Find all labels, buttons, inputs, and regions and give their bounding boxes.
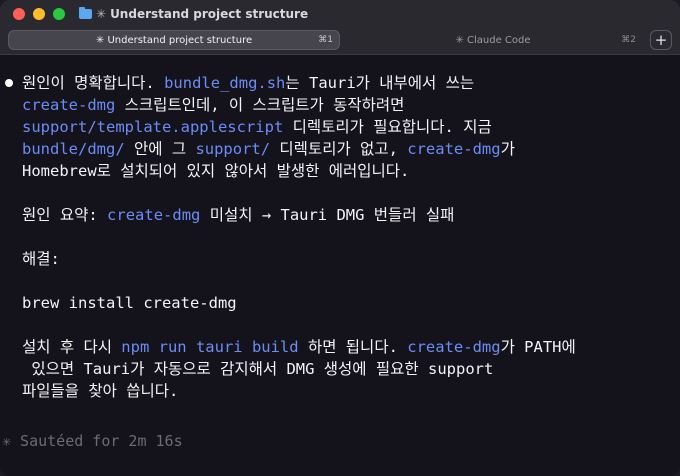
text: 안에 그: [124, 140, 196, 158]
window-title: ✳ Understand project structure: [79, 7, 308, 21]
code-span: create-dmg: [407, 338, 501, 356]
folder-icon: [79, 7, 92, 19]
code-span: bundle_dmg.sh: [164, 74, 286, 92]
title-bar: ✳ Understand project structure: [0, 0, 680, 28]
text: 하면 됩니다.: [298, 338, 408, 356]
tab-label: ✳ Claude Code: [455, 34, 531, 46]
code-span: npm run tauri build: [121, 338, 299, 356]
command-line: brew install create-dmg: [22, 294, 237, 312]
message-line: support/template.applescript 디렉토리가 필요합니다…: [22, 116, 672, 138]
code-span: support/template.applescript: [22, 118, 284, 136]
close-window-button[interactable]: [13, 8, 25, 20]
tab-shortcut: ⌘1: [318, 35, 333, 45]
message-line: bundle/dmg/ 안에 그 support/ 디렉토리가 없고, crea…: [22, 138, 672, 160]
message-line: 파일들을 찾아 씁니다.: [22, 382, 179, 400]
code-span: bundle/dmg/: [22, 140, 125, 158]
text: 가 PATH에: [500, 338, 576, 356]
text: 디렉토리가 필요합니다. 지금: [283, 118, 492, 136]
code-span: create-dmg: [22, 96, 116, 114]
assistant-message: 원인이 명확합니다. bundle_dmg.sh는 Tauri가 내부에서 쓰는…: [5, 72, 672, 402]
code-span: support/: [195, 140, 271, 158]
tab-claude-code[interactable]: ✳ Claude Code ⌘2: [344, 30, 642, 50]
text: 는 Tauri가 내부에서 쓰는: [285, 74, 475, 92]
summary-line: 원인 요약: create-dmg 미설치 → Tauri DMG 번들러 실패: [22, 204, 672, 226]
text: 원인이 명확합니다.: [22, 74, 165, 92]
text: 설치 후 다시: [22, 338, 122, 356]
message-line: 원인이 명확합니다. bundle_dmg.sh는 Tauri가 내부에서 쓰는: [22, 72, 672, 94]
tab-shortcut: ⌘2: [621, 35, 636, 45]
code-span: create-dmg: [107, 206, 201, 224]
text: 가: [500, 140, 515, 158]
tab-label: ✳ Understand project structure: [95, 34, 253, 46]
message-bullet-icon: [5, 79, 13, 87]
text: Homebrew로 설치되어 있지 않아서 발생한 에러입니다.: [22, 162, 410, 180]
text: 디렉토리가 없고,: [270, 140, 408, 158]
message-line: 있으면 Tauri가 자동으로 감지해서 DMG 생성에 필요한 support: [22, 360, 494, 378]
minimize-window-button[interactable]: [33, 8, 45, 20]
message-line: Homebrew로 설치되어 있지 않아서 발생한 에러입니다.: [22, 160, 672, 182]
traffic-lights: [13, 8, 65, 20]
code-span: create-dmg: [407, 140, 501, 158]
terminal-output: 원인이 명확합니다. bundle_dmg.sh는 Tauri가 내부에서 쓰는…: [0, 72, 680, 402]
text: 미설치 → Tauri DMG 번들러 실패: [200, 206, 455, 224]
title-prefix: ✳: [96, 7, 107, 21]
new-tab-button[interactable]: +: [650, 30, 672, 50]
text: 스크립트인데, 이 스크립트가 동작하려면: [115, 96, 405, 114]
solution-heading: 해결:: [22, 250, 60, 268]
zoom-window-button[interactable]: [53, 8, 65, 20]
tab-bar: ✳ Understand project structure ⌘1 ✳ Clau…: [0, 28, 680, 55]
tab-understand-project-structure[interactable]: ✳ Understand project structure ⌘1: [8, 30, 340, 50]
window-title-text: Understand project structure: [110, 7, 309, 21]
message-line: 설치 후 다시 npm run tauri build 하면 됩니다. crea…: [22, 336, 672, 358]
text: 원인 요약:: [22, 206, 108, 224]
status-line: ✳ Sautéed for 2m 16s: [2, 432, 183, 450]
message-line: create-dmg 스크립트인데, 이 스크립트가 동작하려면: [22, 94, 672, 116]
terminal-window: ✳ Understand project structure ✳ Underst…: [0, 0, 680, 476]
